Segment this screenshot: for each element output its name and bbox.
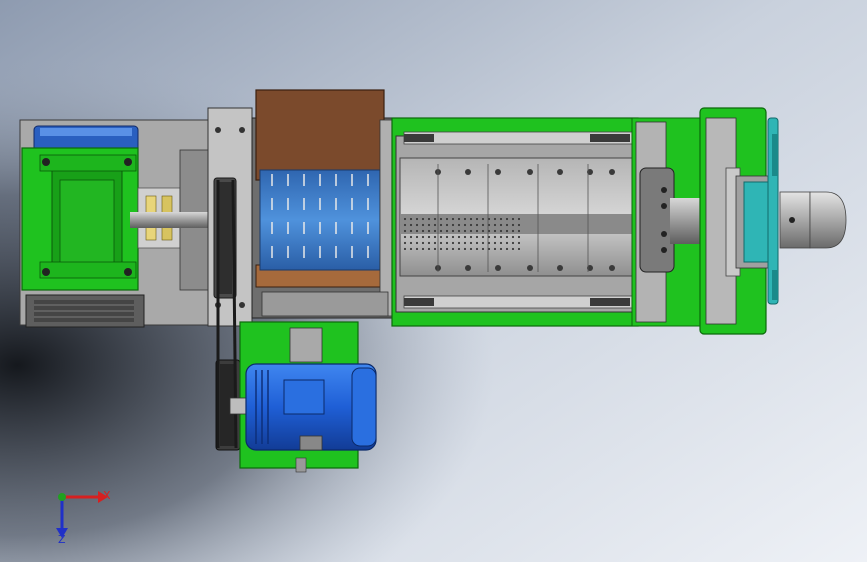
feed-hopper [251,89,395,319]
screen-chamber [391,117,639,327]
machine-drawing: X Z [0,0,867,562]
cad-viewport[interactable]: X Z [0,0,867,562]
x-axis-label: X [103,489,111,502]
electric-motor [229,321,377,473]
z-axis-label: Z [58,533,66,546]
y-axis-origin [58,493,66,501]
